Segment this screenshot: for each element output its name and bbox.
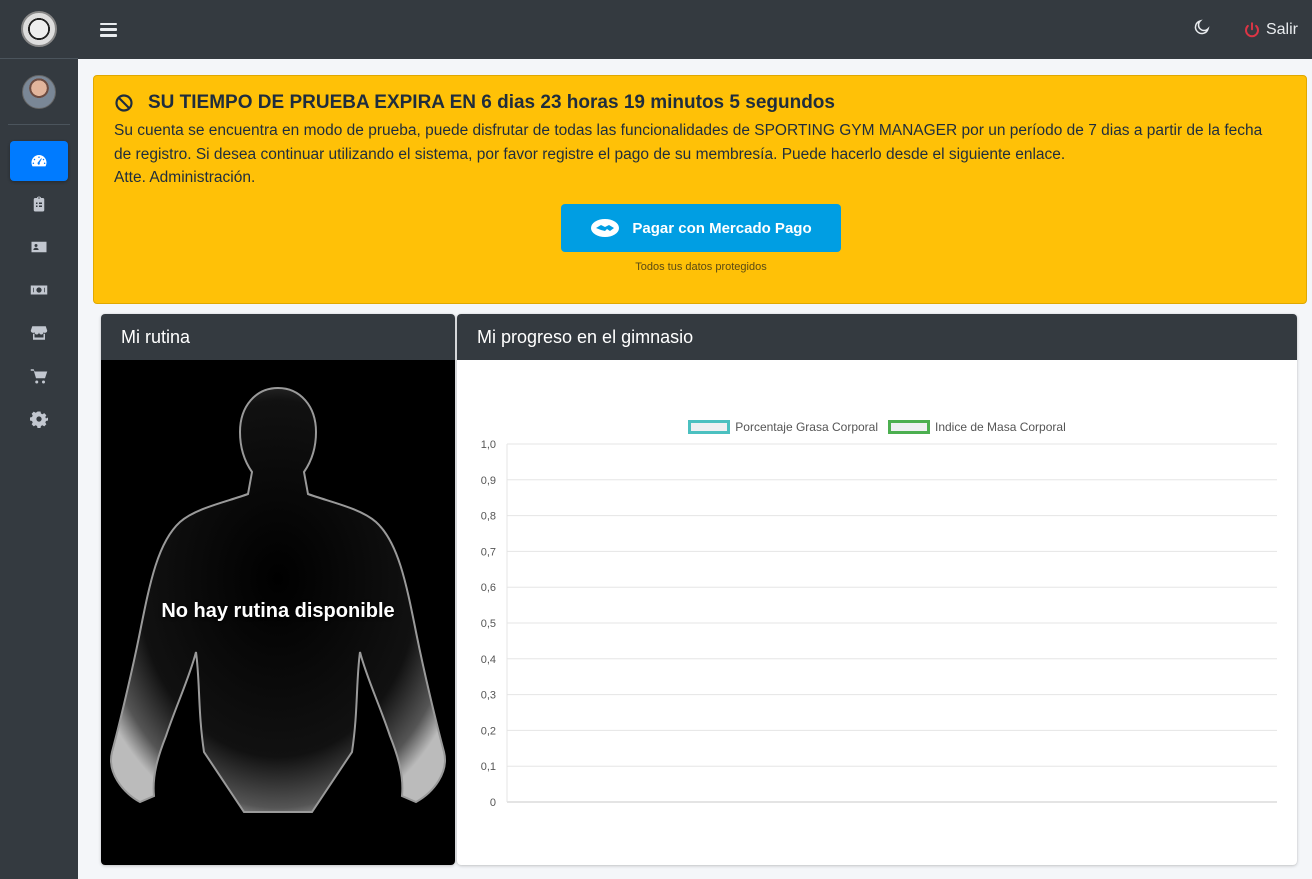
progress-chart: Porcentaje Grasa Corporal Indice de Masa… — [457, 360, 1297, 865]
avatar[interactable] — [22, 74, 56, 109]
alert-title: SU TIEMPO DE PRUEBA EXPIRA EN 6 dias 23 … — [114, 92, 1286, 114]
y-tick-label: 0,8 — [481, 511, 496, 523]
alert-title-text: SU TIEMPO DE PRUEBA EXPIRA EN 6 dias 23 … — [148, 92, 835, 113]
logout-label: Salir — [1265, 20, 1298, 38]
gear-icon — [30, 411, 48, 428]
sidebar-item-settings[interactable] — [10, 399, 68, 439]
sidebar-item-dashboard[interactable] — [10, 141, 68, 181]
pay-security-note: Todos tus datos protegidos — [635, 261, 767, 273]
routine-image: No hay rutina disponible — [101, 360, 455, 865]
y-tick-label: 0,3 — [481, 690, 496, 702]
progress-card-title: Mi progreso en el gimnasio — [477, 326, 694, 347]
progress-card-header: Mi progreso en el gimnasio — [457, 314, 1297, 360]
alert-line: Su cuenta se encuentra en modo de prueba… — [114, 122, 1263, 139]
y-tick-label: 0,9 — [481, 475, 496, 487]
cart-icon — [30, 369, 48, 384]
pay-mercado-pago-button[interactable]: Pagar con Mercado Pago — [561, 204, 841, 252]
sidebar — [0, 0, 78, 879]
ban-icon — [115, 94, 133, 112]
top-navbar: Salir — [78, 0, 1312, 59]
brand-logo[interactable] — [21, 11, 57, 47]
y-tick-label: 1,0 — [481, 439, 496, 451]
user-panel — [8, 59, 70, 125]
trial-alert: SU TIEMPO DE PRUEBA EXPIRA EN 6 dias 23 … — [93, 75, 1307, 304]
pay-button-label: Pagar con Mercado Pago — [632, 219, 812, 237]
id-card-icon — [31, 241, 47, 253]
navbar-right: Salir — [1193, 18, 1298, 41]
alert-signature: Atte. Administración. — [114, 169, 256, 186]
progress-card: Mi progreso en el gimnasio Porcentaje Gr… — [457, 314, 1297, 865]
no-routine-message: No hay rutina disponible — [161, 600, 395, 622]
y-tick-label: 0,2 — [481, 725, 496, 737]
brand[interactable] — [0, 0, 78, 59]
sidebar-item-cart[interactable] — [10, 356, 68, 396]
y-tick-label: 0,4 — [481, 654, 496, 666]
dark-mode-toggle[interactable] — [1193, 18, 1211, 41]
store-icon — [30, 326, 48, 340]
clipboard-icon — [33, 196, 45, 212]
routine-card-title: Mi rutina — [121, 326, 191, 347]
y-tick-label: 0,1 — [481, 761, 496, 773]
routine-card-header: Mi rutina — [101, 314, 455, 360]
y-tick-label: 0 — [490, 797, 496, 809]
hamburger-menu-icon[interactable] — [100, 22, 117, 37]
y-tick-label: 0,5 — [481, 618, 496, 630]
money-icon — [30, 285, 48, 295]
handshake-icon — [591, 219, 620, 237]
power-icon — [1245, 21, 1259, 37]
chart-canvas: 1,0 0,9 0,8 0,7 0,6 0,5 0,4 0,3 0,2 0,1 0 — [481, 439, 1277, 809]
y-tick-label: 0,6 — [481, 582, 496, 594]
dashboard-icon — [31, 155, 47, 167]
sidebar-nav — [0, 125, 78, 439]
sidebar-item-store[interactable] — [10, 313, 68, 353]
moon-icon — [1194, 19, 1210, 35]
sidebar-item-clipboard[interactable] — [10, 184, 68, 224]
sidebar-item-members[interactable] — [10, 227, 68, 267]
alert-line: de registro. Si desea continuar utilizan… — [114, 145, 1066, 163]
y-tick-label: 0,7 — [481, 546, 496, 558]
logout-button[interactable]: Salir — [1243, 21, 1298, 39]
alert-message: Su cuenta se encuentra en modo de prueba… — [114, 119, 1286, 190]
sidebar-item-payments[interactable] — [10, 270, 68, 310]
routine-card: Mi rutina No hay rutina disponible — [101, 314, 455, 865]
